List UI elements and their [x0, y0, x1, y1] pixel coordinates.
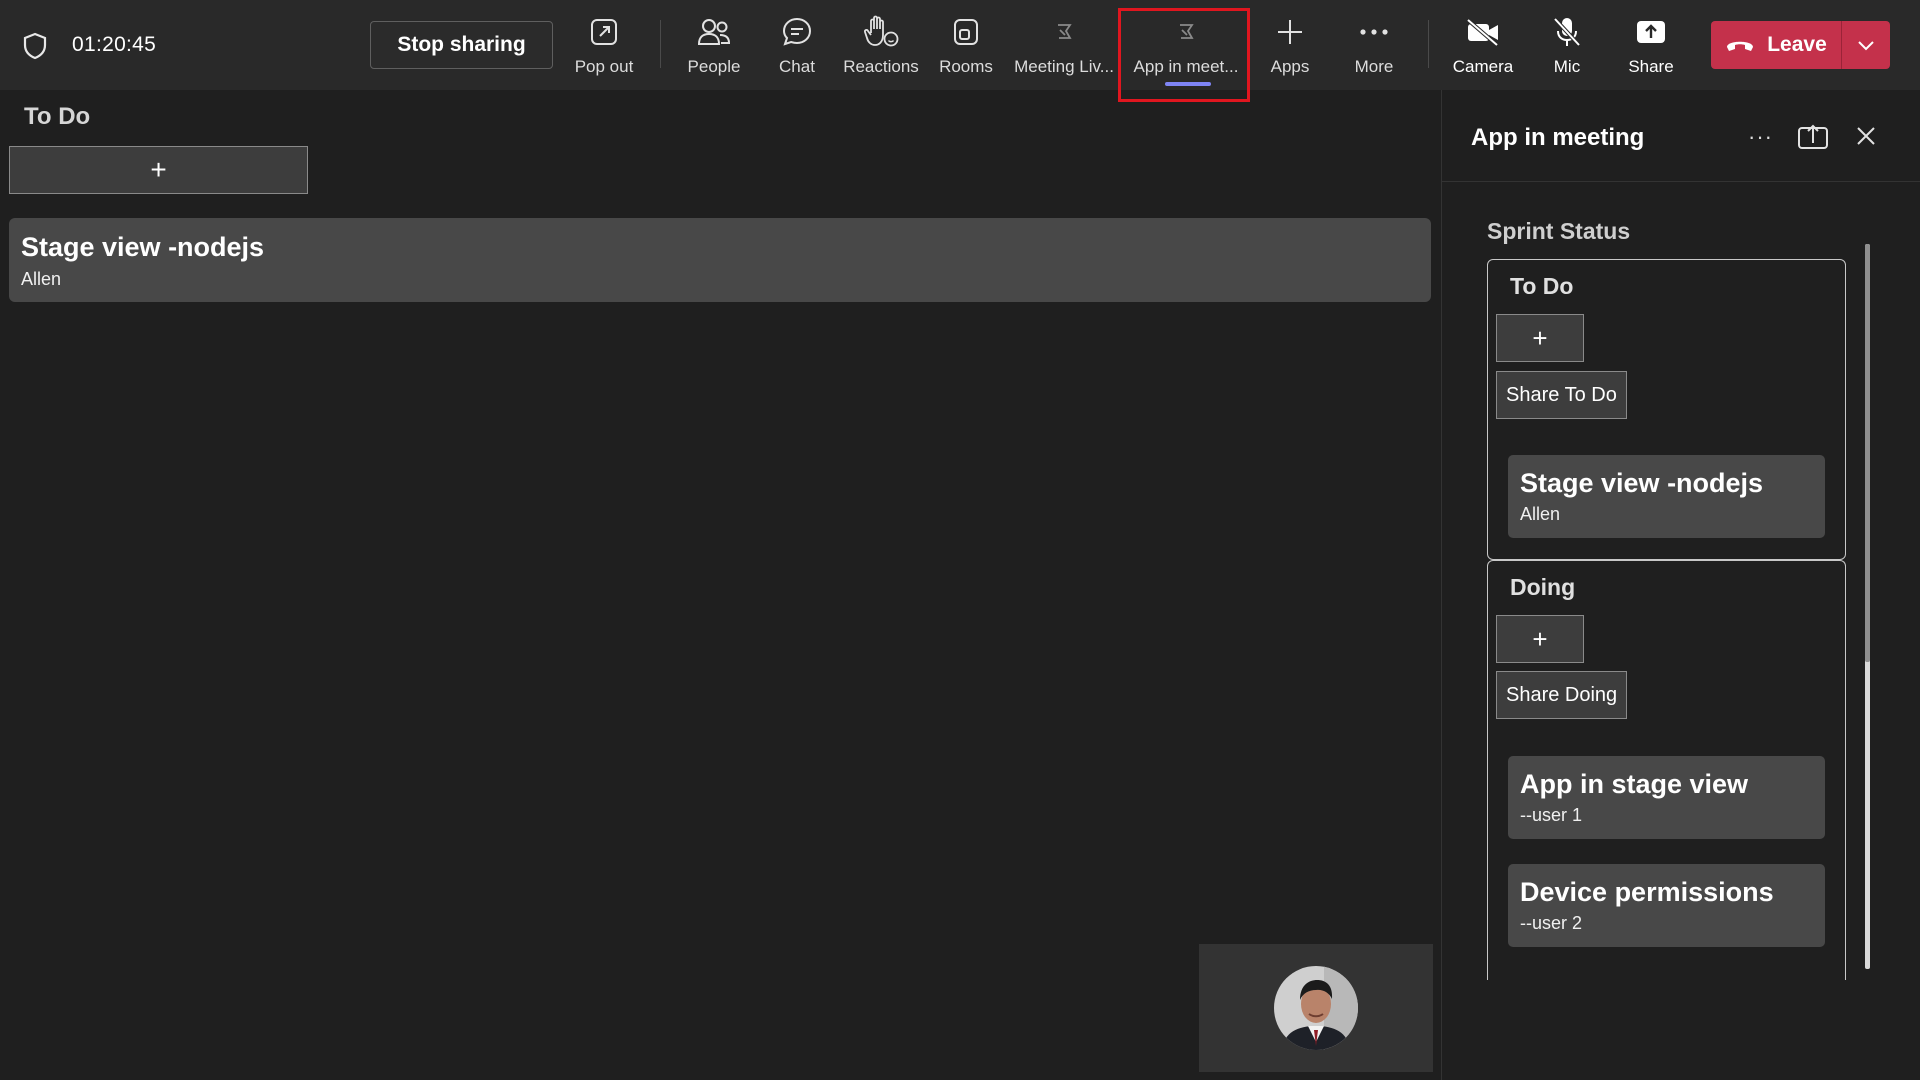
- share-todo-button[interactable]: Share To Do: [1496, 371, 1627, 419]
- more-button[interactable]: More: [1346, 8, 1402, 84]
- toolbar-label: Camera: [1452, 57, 1514, 76]
- avatar: [1274, 966, 1358, 1050]
- task-assignee: Allen: [21, 269, 62, 289]
- close-icon[interactable]: [1854, 124, 1878, 148]
- toolbar-label: Pop out: [574, 57, 634, 76]
- task-assignee: --user 1: [1520, 805, 1583, 825]
- task-title: Stage view -nodejs: [1520, 468, 1764, 498]
- stop-sharing-button[interactable]: Stop sharing: [370, 21, 553, 69]
- panel-scrollbar-thumb[interactable]: [1865, 244, 1870, 662]
- camera-button[interactable]: Camera: [1450, 8, 1516, 84]
- panel-header-divider: [1442, 181, 1920, 182]
- share-icon: [1633, 14, 1669, 50]
- mic-button[interactable]: Mic: [1544, 8, 1590, 84]
- shield-icon[interactable]: [22, 32, 48, 60]
- toolbar-label: Rooms: [939, 57, 993, 76]
- toolbar-label: Share: [1628, 57, 1674, 76]
- more-icon: [1356, 14, 1392, 50]
- leave-label: Leave: [1767, 33, 1827, 56]
- toolbar-label: Chat: [779, 57, 815, 76]
- doing-add-button[interactable]: +: [1496, 615, 1584, 663]
- sprint-status-title: Sprint Status: [1487, 218, 1631, 244]
- toolbar-label: Reactions: [843, 57, 919, 76]
- stage-add-task-button[interactable]: +: [9, 146, 308, 194]
- toolbar-label: Meeting Liv...: [1014, 57, 1114, 76]
- column-title: Doing: [1510, 574, 1576, 600]
- todo-add-button[interactable]: +: [1496, 314, 1584, 362]
- chat-icon: [779, 14, 815, 50]
- toolbar-label: Apps: [1270, 57, 1310, 76]
- apps-button[interactable]: Apps: [1262, 8, 1318, 84]
- meeting-live-app-button[interactable]: Meeting Liv...: [1014, 8, 1114, 84]
- stage-task-card[interactable]: Stage view -nodejs Allen: [9, 218, 1431, 302]
- pop-out-icon[interactable]: [1797, 124, 1829, 150]
- stage-column-title: To Do: [24, 103, 91, 130]
- leave-options-button[interactable]: [1842, 21, 1890, 69]
- chevron-down-icon: [1858, 41, 1874, 51]
- panel-title: App in meeting: [1471, 124, 1645, 151]
- app-icon: [1046, 14, 1082, 50]
- toolbar-label: More: [1354, 57, 1394, 76]
- rooms-icon: [948, 14, 984, 50]
- people-icon: [696, 14, 732, 50]
- task-title: Device permissions: [1520, 877, 1774, 907]
- share-doing-button[interactable]: Share Doing: [1496, 671, 1628, 719]
- people-button[interactable]: People: [676, 8, 752, 84]
- task-card[interactable]: Device permissions --user 2: [1508, 864, 1825, 947]
- panel-more-button[interactable]: ···: [1748, 124, 1773, 150]
- reactions-button[interactable]: Reactions: [842, 8, 920, 84]
- toolbar-label: People: [687, 57, 741, 76]
- mic-off-icon: [1549, 14, 1585, 50]
- toolbar-label: Mic: [1553, 57, 1581, 76]
- plus-icon: [1272, 14, 1308, 50]
- raise-hand-icon: [863, 14, 899, 50]
- chat-button[interactable]: Chat: [766, 8, 828, 84]
- hang-up-icon: [1727, 41, 1754, 51]
- share-button[interactable]: Share: [1624, 8, 1678, 84]
- rooms-button[interactable]: Rooms: [934, 8, 998, 84]
- pop-out-button[interactable]: Pop out: [566, 8, 642, 84]
- pop-out-icon: [586, 14, 622, 50]
- leave-button[interactable]: Leave: [1711, 21, 1890, 69]
- camera-off-icon: [1465, 14, 1501, 50]
- column-title: To Do: [1510, 273, 1574, 299]
- task-title: App in stage view: [1520, 769, 1749, 799]
- meeting-timer: 01:20:45: [72, 33, 157, 56]
- leave-main-button[interactable]: Leave: [1711, 21, 1841, 69]
- task-title: Stage view -nodejs: [21, 232, 265, 262]
- toolbar-divider: [660, 20, 661, 68]
- task-assignee: --user 2: [1520, 913, 1583, 933]
- toolbar-divider: [1428, 20, 1429, 68]
- highlight-box: [1118, 8, 1250, 102]
- task-assignee: Allen: [1520, 504, 1561, 524]
- task-card[interactable]: Stage view -nodejs Allen: [1508, 455, 1825, 538]
- task-card[interactable]: App in stage view --user 1: [1508, 756, 1825, 839]
